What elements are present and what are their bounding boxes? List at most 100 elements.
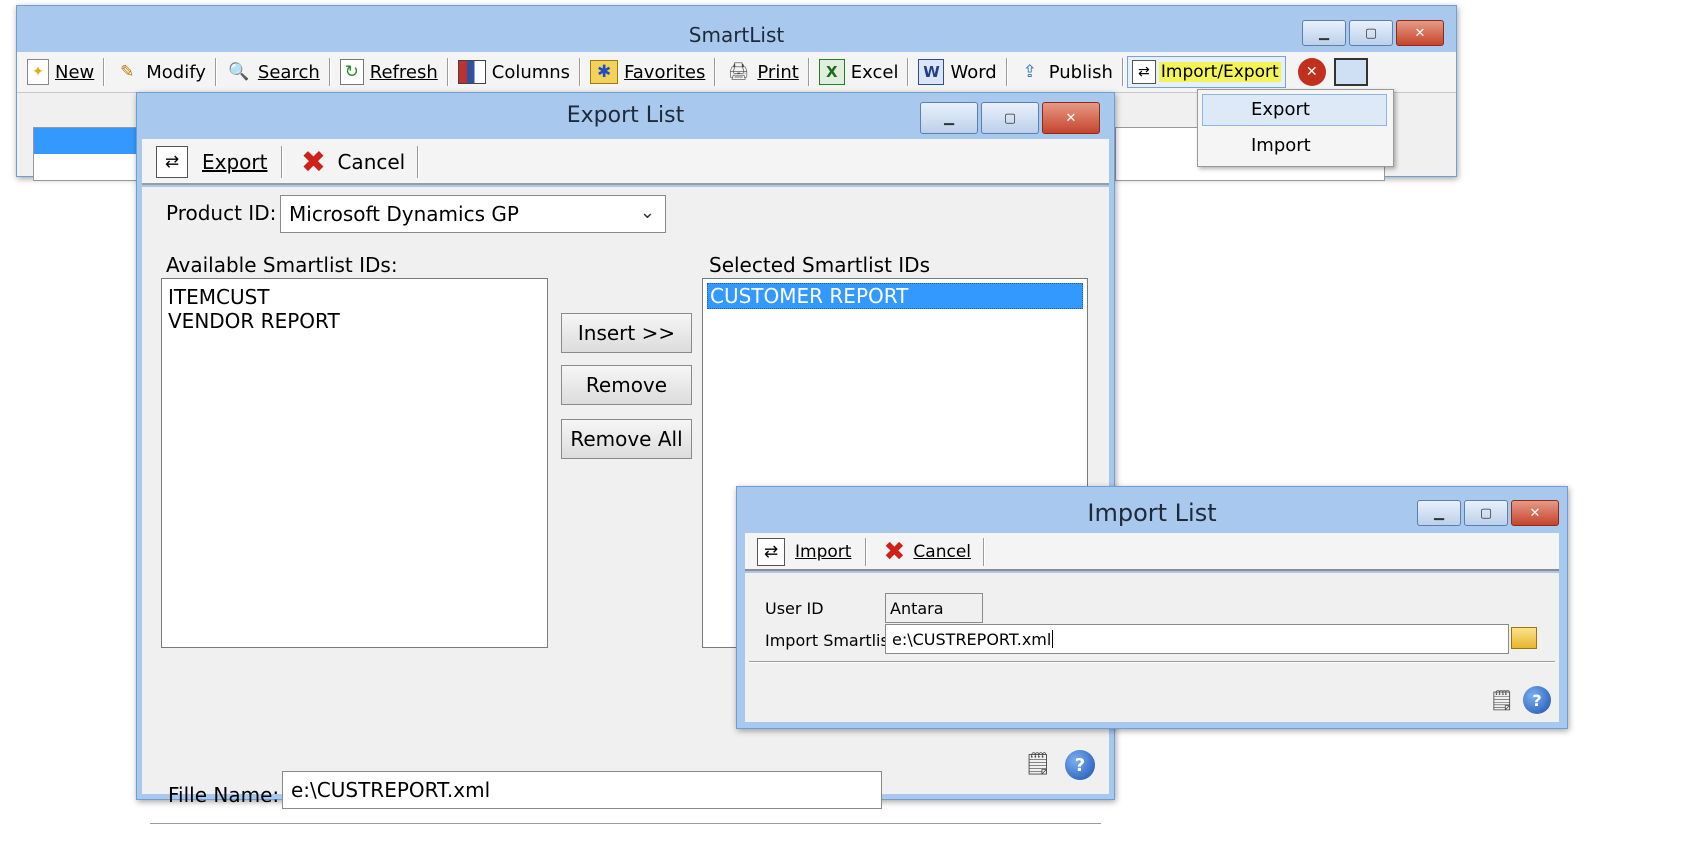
columns-icon (457, 60, 486, 84)
product-id-label: Product ID: (166, 201, 277, 225)
refresh-icon: ↻ (339, 59, 364, 85)
toolbar-columns-label: Columns (491, 61, 571, 83)
printer-icon: 🖨 (727, 62, 750, 82)
toolbar-refresh[interactable]: ↻ Refresh (334, 59, 444, 85)
toolbar-modify[interactable]: ✎ Modify (108, 59, 212, 85)
maximize-button[interactable]: ▢ (1349, 20, 1393, 46)
toolbar-separator (907, 58, 910, 86)
cancel-button-label: Cancel (337, 150, 406, 174)
help-icon[interactable]: ? (1523, 686, 1551, 714)
export-button[interactable]: ⇄ Export (150, 146, 273, 178)
toolbar-word[interactable]: W Word (912, 59, 1002, 85)
export-icon: ⇄ (156, 146, 188, 178)
minimize-button[interactable]: ▁ (1302, 20, 1346, 46)
minimize-button[interactable]: ▁ (920, 102, 978, 134)
import-button[interactable]: ⇄ Import (751, 538, 857, 566)
toolbar-word-label: Word (950, 61, 997, 83)
remove-button[interactable]: Remove (561, 365, 692, 405)
toolbar-new[interactable]: ✦ New (21, 59, 100, 85)
maximize-icon: ▢ (1479, 505, 1493, 521)
import-smartlist-label: Import Smartlist (765, 631, 896, 650)
toolbar-separator (214, 58, 217, 86)
word-icon: W (918, 59, 945, 85)
note-icon[interactable]: 🗒 (1487, 686, 1517, 714)
pencil-icon: ✎ (120, 62, 135, 82)
stop-icon[interactable]: ✕ (1297, 58, 1326, 86)
remove-button-label: Remove (585, 373, 668, 397)
toolbar-import-export[interactable]: ⇄ Import/Export (1126, 56, 1286, 88)
folder-icon[interactable] (1511, 627, 1537, 649)
toolbar-publish-label: Publish (1048, 61, 1113, 83)
import-export-icon: ⇄ (1131, 60, 1156, 84)
file-name-input[interactable]: e:\CUSTREPORT.xml (282, 771, 882, 809)
red-x-icon: ✖ (300, 144, 327, 180)
magnifier-icon: 🔍 (228, 62, 250, 82)
toolbar-separator (1121, 58, 1124, 86)
list-item-selected[interactable]: CUSTOMER REPORT (707, 283, 1083, 309)
user-id-field: Antara (885, 593, 983, 623)
import-export-dropdown: Export Import (1197, 89, 1394, 167)
close-button[interactable]: ✕ (1396, 20, 1444, 46)
dropdown-item-export-label: Export (1251, 99, 1310, 120)
product-id-value: Microsoft Dynamics GP (289, 202, 519, 226)
export-window-controls: ▁ ▢ ✕ (920, 102, 1100, 134)
import-divider (749, 661, 1555, 663)
import-window-controls: ▁ ▢ ✕ (1417, 500, 1559, 526)
toolbar-print-label: Print (757, 61, 799, 83)
toolbar-separator (328, 58, 331, 86)
smartlist-title: SmartList (688, 23, 785, 47)
selected-ids-label: Selected Smartlist IDs (709, 253, 931, 277)
toolbar-modify-label: Modify (146, 61, 206, 83)
help-icon[interactable]: ? (1065, 750, 1095, 780)
close-button[interactable]: ✕ (1042, 102, 1100, 134)
file-name-label: Fille Name: (168, 783, 280, 807)
note-icon[interactable]: 🗒 (1021, 750, 1055, 778)
import-smartlist-value: e:\CUSTREPORT.xml (892, 629, 1052, 649)
smartlist-folder-tree (33, 127, 145, 181)
toolbar-search[interactable]: 🔍 Search (220, 59, 326, 85)
list-item[interactable]: VENDOR REPORT (168, 309, 547, 333)
available-ids-label: Available Smartlist IDs: (166, 253, 398, 277)
toolbar-separator (103, 58, 106, 86)
close-icon: ✕ (1065, 110, 1077, 126)
star-folder-icon: ✱ (590, 60, 619, 84)
toolbar-refresh-label: Refresh (369, 61, 438, 83)
import-smartlist-input[interactable]: e:\CUSTREPORT.xml (885, 624, 1509, 654)
user-id-label: User ID (765, 599, 824, 618)
import-toolbar: ⇄ Import ✖ Cancel (745, 533, 1559, 571)
remove-all-button[interactable]: Remove All (561, 419, 692, 459)
dropdown-item-export[interactable]: Export (1202, 94, 1387, 126)
remove-all-button-label: Remove All (570, 427, 683, 451)
minimize-button[interactable]: ▁ (1417, 500, 1461, 526)
smartlist-window-controls: ▁ ▢ ✕ (1302, 20, 1444, 46)
new-page-icon: ✦ (27, 59, 49, 85)
window-icon[interactable] (1333, 58, 1368, 86)
maximize-button[interactable]: ▢ (1464, 500, 1508, 526)
minimize-icon: ▁ (1319, 25, 1329, 41)
publish-icon: ⇪ (1022, 62, 1037, 82)
toolbar-separator (417, 146, 420, 178)
cancel-button[interactable]: ✖ Cancel (291, 144, 411, 180)
cancel-button-label: Cancel (913, 542, 972, 562)
maximize-icon: ▢ (1364, 25, 1378, 41)
excel-icon: X (818, 59, 845, 85)
minimize-icon: ▁ (944, 110, 954, 126)
close-button[interactable]: ✕ (1511, 500, 1559, 526)
toolbar-print[interactable]: 🖨 Print (719, 59, 804, 85)
insert-button[interactable]: Insert >> (561, 313, 692, 353)
product-id-select[interactable]: Microsoft Dynamics GP ⌄ (280, 195, 666, 233)
import-icon: ⇄ (757, 538, 785, 566)
maximize-button[interactable]: ▢ (981, 102, 1039, 134)
toolbar-columns[interactable]: Columns (452, 60, 576, 84)
toolbar-separator (983, 538, 986, 566)
toolbar-publish[interactable]: ⇪ Publish (1011, 59, 1119, 85)
available-ids-list[interactable]: ITEMCUST VENDOR REPORT (161, 278, 548, 648)
export-button-label: Export (202, 150, 268, 174)
text-cursor (1052, 630, 1054, 648)
toolbar-favorites[interactable]: ✱ Favorites (584, 60, 711, 84)
toolbar-excel[interactable]: X Excel (813, 59, 905, 85)
list-item[interactable]: ITEMCUST (168, 285, 547, 309)
cancel-button[interactable]: ✖ Cancel (875, 537, 977, 567)
toolbar-search-label: Search (257, 61, 320, 83)
dropdown-item-import[interactable]: Import (1202, 130, 1387, 162)
